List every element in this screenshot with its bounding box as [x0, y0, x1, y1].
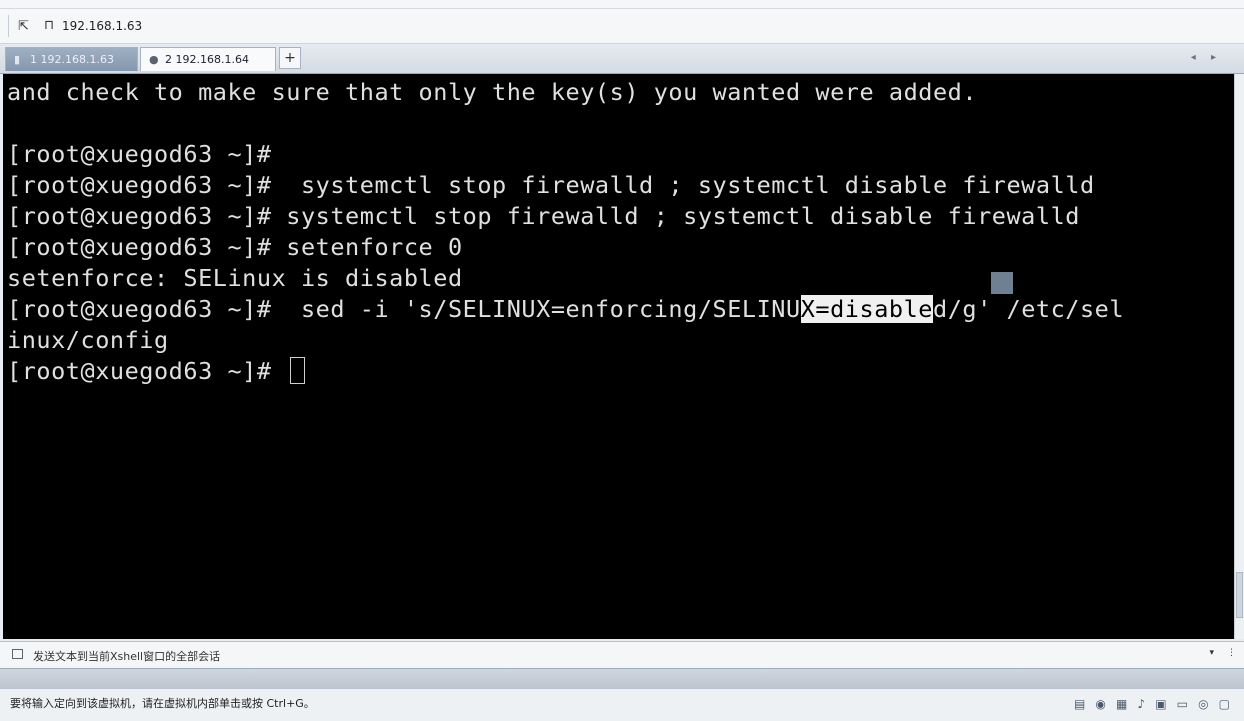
- terminal[interactable]: and check to make sure that only the key…: [3, 74, 1234, 639]
- terminal-line: setenforce: SELinux is disabled: [7, 264, 463, 292]
- bookmark-icon[interactable]: ⊓: [44, 18, 54, 33]
- display-icon[interactable]: ▢: [1219, 697, 1230, 711]
- tab-label: 1 192.168.1.63: [30, 53, 114, 66]
- dropdown-icon[interactable]: ▾: [1209, 648, 1214, 658]
- connect-icon[interactable]: ⇱: [18, 19, 29, 34]
- tab-bar: ▮ 1 192.168.1.63 ● 2 192.168.1.64 + ◂ ▸: [0, 44, 1244, 74]
- mouse-pointer-ghost: [991, 272, 1013, 294]
- vm-device-icons: ▤ ◉ ▦ ♪ ▣ ▭ ◎ ▢: [1069, 693, 1230, 712]
- scrollbar[interactable]: [1234, 74, 1244, 639]
- tab-session-1[interactable]: ▮ 1 192.168.1.63: [5, 47, 138, 71]
- hdd-icon[interactable]: ▤: [1074, 697, 1085, 711]
- vm-status-text: 要将输入定向到该虚拟机，请在虚拟机内部单击或按 Ctrl+G。: [10, 697, 315, 710]
- cursor: [290, 357, 306, 384]
- terminal-line: [root@xuegod63 ~]# systemctl stop firewa…: [7, 171, 1095, 199]
- prompt: [root@xuegod63 ~]#: [7, 357, 287, 385]
- terminal-line: [root@xuegod63 ~]# setenforce 0: [7, 233, 463, 261]
- compose-checkbox-icon[interactable]: [12, 649, 23, 659]
- camera-icon[interactable]: ◎: [1198, 697, 1208, 711]
- session-icon: ▮: [14, 53, 21, 66]
- cd-icon[interactable]: ◉: [1095, 697, 1105, 711]
- terminal-line: inux/config: [7, 326, 169, 354]
- resize-grip[interactable]: [0, 668, 1244, 689]
- terminal-line-sed: [root@xuegod63 ~]# sed -i 's/SELINUX=enf…: [7, 294, 1124, 325]
- more-icon[interactable]: ⋮: [1227, 648, 1236, 658]
- network-icon[interactable]: ▦: [1116, 697, 1127, 711]
- usb-icon[interactable]: ▣: [1155, 697, 1166, 711]
- address-bar: ⇱ ⊓ 192.168.1.63: [0, 9, 1244, 44]
- selected-text[interactable]: X=disable: [800, 295, 933, 323]
- address-text[interactable]: 192.168.1.63: [62, 19, 142, 33]
- warning-icon: ●: [149, 53, 159, 66]
- top-strip: [0, 0, 1244, 9]
- compose-label: 发送文本到当前Xshell窗口的全部会话: [33, 650, 221, 663]
- terminal-line: and check to make sure that only the key…: [7, 78, 978, 106]
- vm-status-bar: 要将输入定向到该虚拟机，请在虚拟机内部单击或按 Ctrl+G。 ▤ ◉ ▦ ♪ …: [0, 688, 1244, 721]
- terminal-line: [root@xuegod63 ~]# systemctl stop firewa…: [7, 202, 1080, 230]
- tab-session-2[interactable]: ● 2 192.168.1.64: [140, 47, 276, 71]
- divider: [8, 15, 9, 37]
- sed-prefix: [root@xuegod63 ~]# sed -i 's/SELINUX=enf…: [7, 295, 801, 323]
- sound-icon[interactable]: ♪: [1137, 697, 1145, 711]
- compose-bar[interactable]: 发送文本到当前Xshell窗口的全部会话 ▾ ⋮: [0, 641, 1244, 668]
- tab-label: 2 192.168.1.64: [165, 53, 249, 66]
- add-tab-button[interactable]: +: [279, 47, 301, 69]
- terminal-line: [root@xuegod63 ~]#: [7, 140, 272, 168]
- scroll-thumb[interactable]: [1236, 572, 1243, 618]
- terminal-prompt-line: [root@xuegod63 ~]#: [7, 356, 306, 387]
- printer-icon[interactable]: ▭: [1177, 697, 1188, 711]
- tab-nav-arrows[interactable]: ◂ ▸: [1191, 52, 1222, 63]
- sed-suffix: d/g' /etc/sel: [933, 295, 1125, 323]
